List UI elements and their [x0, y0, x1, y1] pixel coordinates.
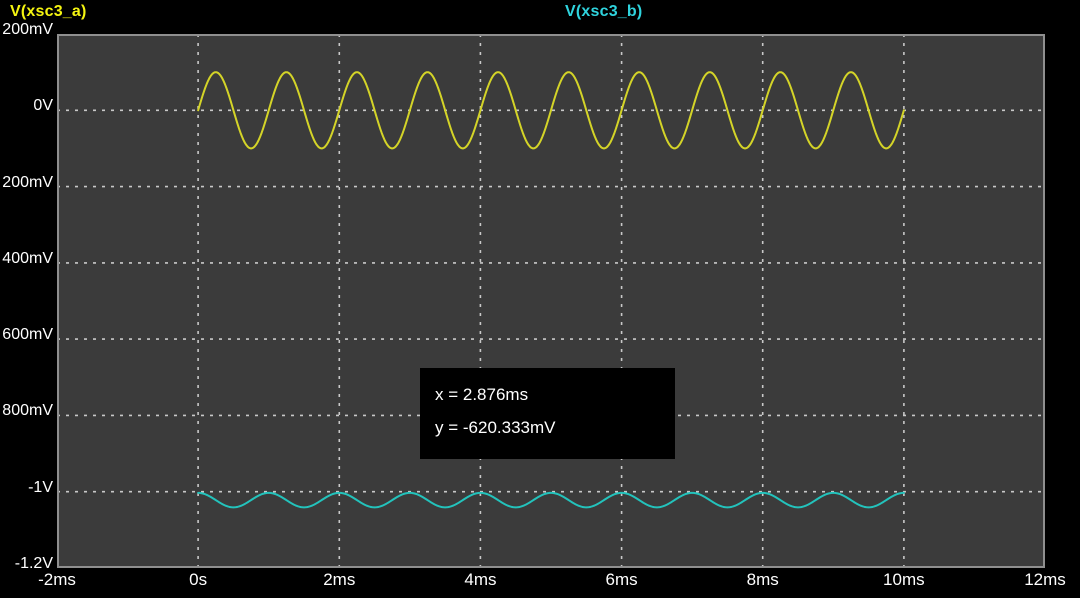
cursor-readout-box[interactable]: x = 2.876ms y = -620.333mV: [420, 368, 675, 459]
oscilloscope-plot-area[interactable]: [57, 34, 1045, 568]
cursor-x-readout: x = 2.876ms: [435, 385, 675, 405]
trace-a-legend-label[interactable]: V(xsc3_a): [10, 3, 87, 21]
x-tick-label: 10ms: [883, 570, 925, 590]
grapher-window: V(xsc3_a) V(xsc3_b) 200mV 0V 200mV 400mV 600…: [0, 0, 1080, 598]
x-tick-label: 0s: [189, 570, 207, 590]
x-tick-label: 2ms: [323, 570, 355, 590]
y-tick-label: -1V: [0, 479, 53, 497]
y-tick-label: 600mV: [0, 326, 53, 344]
x-tick-label: 4ms: [464, 570, 496, 590]
y-tick-label: 200mV: [0, 21, 53, 39]
cursor-y-readout: y = -620.333mV: [435, 418, 675, 438]
y-tick-label: 200mV: [0, 174, 53, 192]
y-tick-label: 0V: [0, 97, 53, 115]
x-tick-label: 6ms: [606, 570, 638, 590]
y-tick-label: 800mV: [0, 402, 53, 420]
x-tick-label: 12ms: [1024, 570, 1066, 590]
trace-b-legend-label[interactable]: V(xsc3_b): [565, 3, 642, 21]
y-tick-label: 400mV: [0, 250, 53, 268]
x-tick-label: 8ms: [747, 570, 779, 590]
plot-background: [57, 34, 1045, 568]
x-tick-label: -2ms: [38, 570, 76, 590]
